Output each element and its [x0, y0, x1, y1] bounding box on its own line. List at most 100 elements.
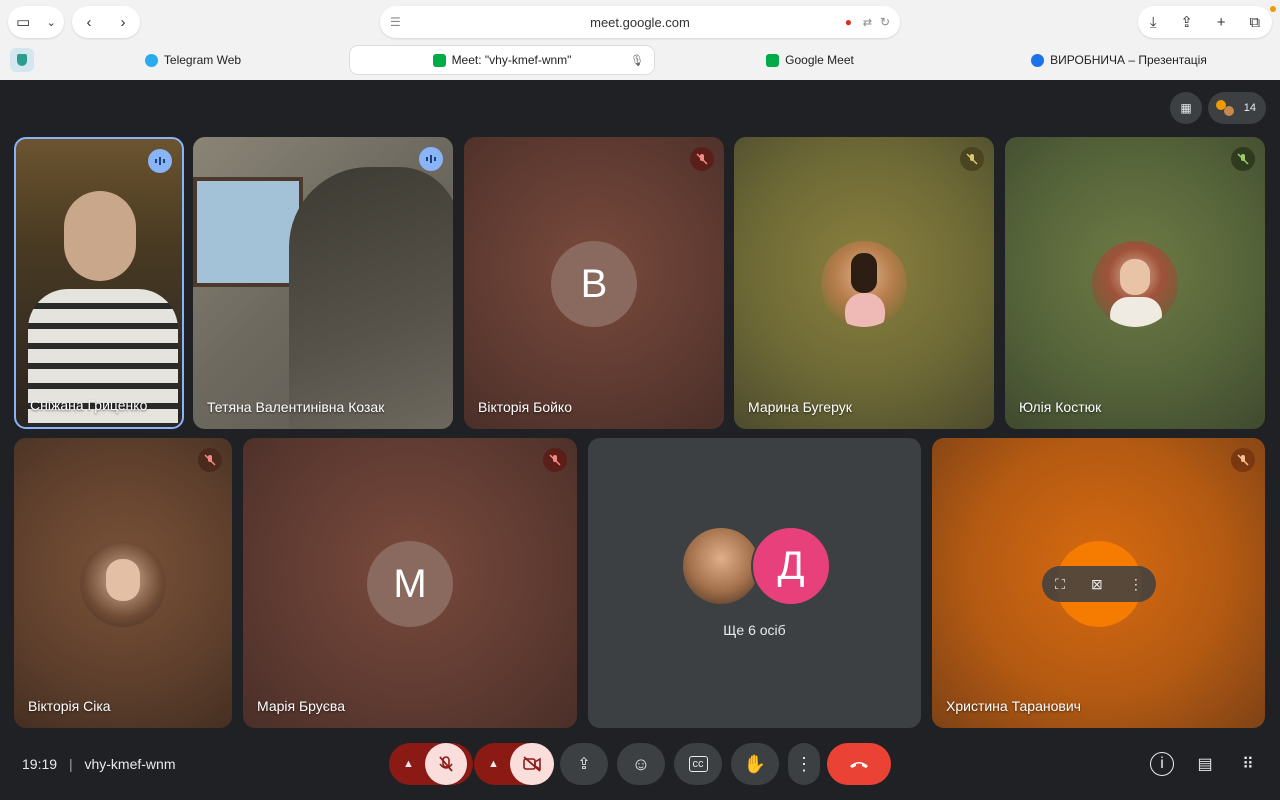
reload-icon[interactable]: ↻	[880, 15, 890, 29]
mic-off-icon	[1231, 147, 1255, 171]
participant-video	[64, 191, 136, 281]
sidebar-toggle-button[interactable]: ▭ ⌄	[8, 6, 64, 38]
participant-video	[193, 177, 303, 287]
end-call-icon	[850, 762, 868, 768]
participant-tile[interactable]: М Марія Бруєва	[243, 438, 577, 728]
mic-toggle-button[interactable]	[425, 743, 467, 785]
participant-tile[interactable]: Вікторія Сіка	[14, 438, 232, 728]
participant-name: Вікторія Бойко	[478, 399, 573, 415]
separator: |	[68, 756, 73, 772]
mic-off-icon	[960, 147, 984, 171]
page-menu-icon[interactable]: ☰	[390, 15, 401, 29]
mic-off-icon	[198, 448, 222, 472]
presentation-icon	[1031, 53, 1045, 67]
participant-name: Юлія Костюк	[1019, 399, 1102, 415]
tab-label: Meet: "vhy-kmef-wnm"	[451, 53, 572, 67]
meeting-code[interactable]: vhy-kmef-wnm	[84, 756, 175, 772]
participant-name: Сніжана Гриценко	[30, 397, 148, 413]
chevron-down-icon: ⌄	[46, 16, 56, 29]
more-vert-icon[interactable]: ⋮	[1129, 576, 1143, 593]
participant-tile[interactable]: В Вікторія Бойко	[464, 137, 724, 429]
info-icon[interactable]: i	[1150, 752, 1174, 776]
tab-group-icon[interactable]	[10, 48, 34, 72]
participant-tile[interactable]: Юлія Костюк	[1005, 137, 1265, 429]
participant-name: Вікторія Сіка	[28, 698, 111, 714]
tab-label: Telegram Web	[163, 53, 242, 67]
microphone-icon[interactable]: ●	[845, 15, 852, 29]
captions-button[interactable]: cc	[674, 743, 722, 785]
mic-off-icon	[1231, 448, 1255, 472]
activities-icon[interactable]: ⠿	[1236, 752, 1260, 776]
participant-video	[289, 167, 453, 429]
mic-off-icon	[690, 147, 714, 171]
tab-telegram[interactable]: Telegram Web	[40, 46, 346, 74]
translate-icon[interactable]: ⇄	[863, 16, 872, 29]
mic-off-icon	[439, 756, 453, 772]
speaking-indicator-icon	[419, 147, 443, 171]
url-text: meet.google.com	[590, 14, 690, 30]
more-options-button[interactable]: ⋮	[788, 743, 820, 785]
participant-tile[interactable]: Марина Бугерук	[734, 137, 994, 429]
more-vert-icon: ⋮	[795, 753, 813, 774]
camera-toggle-button[interactable]	[510, 743, 554, 785]
present-screen-button[interactable]: ⇪	[560, 743, 608, 785]
avatar	[1092, 241, 1178, 327]
notification-dot	[1270, 6, 1276, 12]
participant-name: Марія Бруєва	[257, 698, 345, 714]
current-time: 19:19	[22, 756, 58, 772]
tab-presentation[interactable]: ВИРОБНИЧА – Презентація	[966, 46, 1272, 74]
hide-tiles-icon[interactable]: ▦	[1170, 92, 1202, 124]
frame-icon[interactable]: ⛶	[1055, 576, 1065, 593]
meet-icon	[432, 53, 446, 67]
back-icon[interactable]: ‹	[87, 14, 92, 31]
participant-avatar-small	[1224, 106, 1234, 116]
toolbar-actions: ⤓ ⇪ + ⧉	[1138, 6, 1272, 38]
participant-tile[interactable]: Тетяна Валентинівна Козак	[193, 137, 453, 429]
captions-icon: cc	[688, 756, 708, 772]
tab-label: Google Meet	[785, 53, 854, 67]
chat-icon[interactable]: ▤	[1193, 752, 1217, 776]
tabs-overview-icon[interactable]: ⧉	[1249, 14, 1260, 31]
raise-hand-button[interactable]: ✋	[731, 743, 779, 785]
present-icon: ⇪	[577, 756, 591, 773]
avatar: М	[367, 541, 453, 627]
tab-label: ВИРОБНИЧА – Презентація	[1050, 53, 1207, 67]
avatar	[80, 541, 166, 627]
more-participants-label: Ще 6 осіб	[723, 622, 786, 638]
participant-count: 14	[1243, 102, 1256, 114]
sidebar-icon: ▭	[16, 14, 31, 31]
avatar: Д	[751, 526, 831, 606]
download-icon[interactable]: ⤓	[1150, 14, 1157, 31]
new-tab-icon[interactable]: +	[1217, 14, 1226, 31]
pin-icon[interactable]: ⊠	[1091, 576, 1103, 593]
forward-icon[interactable]: ›	[121, 14, 126, 31]
tab-meet-active[interactable]: Meet: "vhy-kmef-wnm" 🎙	[350, 46, 654, 74]
avatar	[681, 526, 761, 606]
camera-off-icon	[523, 756, 541, 772]
meet-icon	[766, 53, 780, 67]
tile-hover-controls: ⛶ ⊠ ⋮	[1042, 566, 1156, 602]
microphone-icon: 🎙	[630, 54, 644, 67]
speaking-indicator-icon	[148, 149, 172, 173]
participant-name: Христина Таранович	[946, 698, 1081, 714]
reactions-button[interactable]: ☺	[617, 743, 665, 785]
browser-chrome: ▭ ⌄ ‹ › ☰ meet.google.com ● ⇄ ↻ ⤓ ⇪ + ⧉ …	[0, 0, 1280, 80]
participant-tile[interactable]: Сніжана Гриценко	[14, 137, 184, 429]
tab-google-meet[interactable]: Google Meet	[660, 46, 960, 74]
nav-buttons: ‹ ›	[72, 6, 140, 38]
participant-tile[interactable]: ⛶ ⊠ ⋮ Христина Таранович	[932, 438, 1265, 728]
participants-button[interactable]: 14	[1208, 92, 1266, 124]
chevron-up-icon: ▲	[403, 758, 414, 770]
meeting-info: 19:19 | vhy-kmef-wnm	[22, 756, 175, 772]
avatar: В	[551, 241, 637, 327]
participant-name: Марина Бугерук	[748, 399, 852, 415]
telegram-icon	[144, 53, 158, 67]
participant-name: Тетяна Валентинівна Козак	[207, 399, 385, 415]
avatar	[821, 241, 907, 327]
leave-call-button[interactable]	[827, 743, 891, 785]
address-bar[interactable]: ☰ meet.google.com ● ⇄ ↻	[380, 6, 900, 38]
more-participants-tile[interactable]: Д Ще 6 осіб	[588, 438, 921, 728]
share-icon[interactable]: ⇪	[1180, 13, 1193, 31]
hand-icon: ✋	[743, 753, 767, 774]
chevron-up-icon: ▲	[488, 758, 499, 770]
